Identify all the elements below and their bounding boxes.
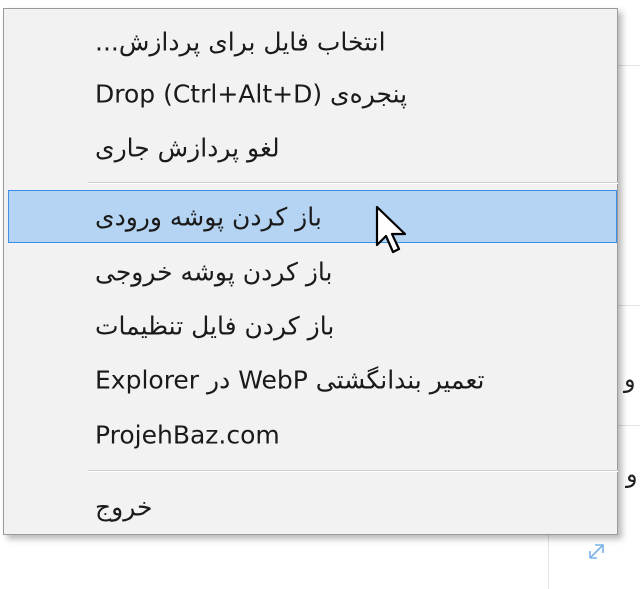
menu-item-label: باز کردن پوشه خروجی <box>95 257 333 287</box>
menu-item-label: باز کردن پوشه ورودی <box>95 202 322 231</box>
background-text-fragment: و <box>624 365 636 393</box>
menu-item-label: ProjehBaz.com <box>95 420 280 450</box>
menu-item-label: باز کردن فایل تنظیمات <box>95 311 335 341</box>
menu-item-open-input-folder[interactable]: باز کردن پوشه ورودی <box>8 190 617 243</box>
menu-item-cancel-processing[interactable]: لغو پردازش جاری <box>8 123 617 173</box>
menu-item-open-output-folder[interactable]: باز کردن پوشه خروجی <box>8 247 617 297</box>
background-divider <box>618 425 640 426</box>
menu-item-website-link[interactable]: ProjehBaz.com <box>8 410 617 460</box>
menu-item-fix-webp-thumbnails[interactable]: تعمیر بندانگشتی WebP در Explorer <box>8 355 617 405</box>
menu-item-open-settings-file[interactable]: باز کردن فایل تنظیمات <box>8 301 617 351</box>
menu-item-label: لغو پردازش جاری <box>95 133 280 163</box>
mouse-pointer-icon <box>375 205 407 254</box>
background-text-fragment: و <box>626 460 638 488</box>
context-menu: انتخاب فایل برای پردازش... پنجره‌ی Drop … <box>3 8 618 535</box>
menu-item-label: پنجره‌ی Drop (Ctrl+Alt+D) <box>95 79 408 109</box>
menu-item-label: خروج <box>95 492 153 522</box>
menu-item-label: تعمیر بندانگشتی WebP در Explorer <box>95 365 485 395</box>
background-divider <box>618 305 640 306</box>
menu-separator <box>88 470 618 472</box>
menu-item-drop-window[interactable]: پنجره‌ی Drop (Ctrl+Alt+D) <box>8 69 617 119</box>
background-divider <box>618 65 640 66</box>
menu-separator <box>88 182 618 184</box>
menu-item-exit[interactable]: خروج <box>8 482 617 532</box>
menu-item-select-file[interactable]: انتخاب فایل برای پردازش... <box>8 17 617 67</box>
menu-item-label: انتخاب فایل برای پردازش... <box>95 27 386 57</box>
background-divider <box>548 535 549 589</box>
expand-arrow-icon[interactable] <box>586 540 608 562</box>
